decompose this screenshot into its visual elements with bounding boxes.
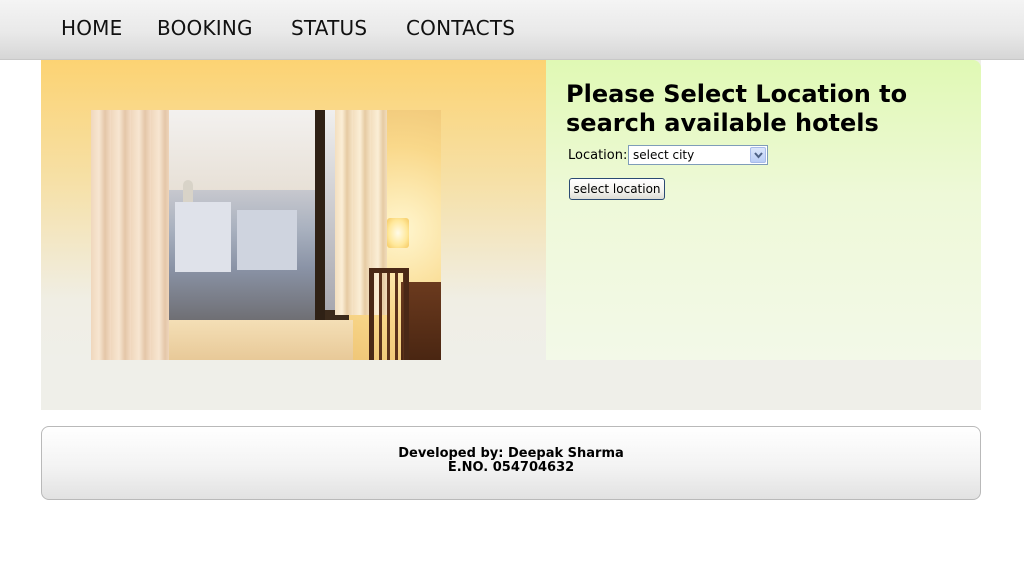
city-select-value: select city: [633, 148, 695, 162]
enrollment-number: E.NO. 054704632: [447, 460, 575, 475]
developer-credit: Developed by: Deepak Sharma: [398, 446, 624, 461]
chevron-down-icon: [754, 152, 763, 159]
location-label: Location:: [568, 148, 628, 163]
hotel-room-photo: [91, 110, 441, 360]
nav-item-contacts[interactable]: CONTACTS: [406, 16, 515, 40]
select-location-button[interactable]: select location: [569, 178, 665, 200]
nav-item-home[interactable]: HOME: [61, 16, 122, 40]
city-select[interactable]: select city: [628, 145, 768, 165]
nav-item-status[interactable]: STATUS: [291, 16, 367, 40]
top-navigation: HOME BOOKING STATUS CONTACTS: [0, 0, 1024, 60]
main-content: Please Select Location to search availab…: [41, 60, 981, 410]
select-dropdown-button[interactable]: [750, 147, 766, 163]
nav-item-booking[interactable]: BOOKING: [157, 16, 253, 40]
search-title: Please Select Location to search availab…: [566, 80, 908, 137]
left-pane: [41, 60, 546, 360]
footer: Developed by: Deepak Sharma E.NO. 054704…: [41, 426, 981, 500]
